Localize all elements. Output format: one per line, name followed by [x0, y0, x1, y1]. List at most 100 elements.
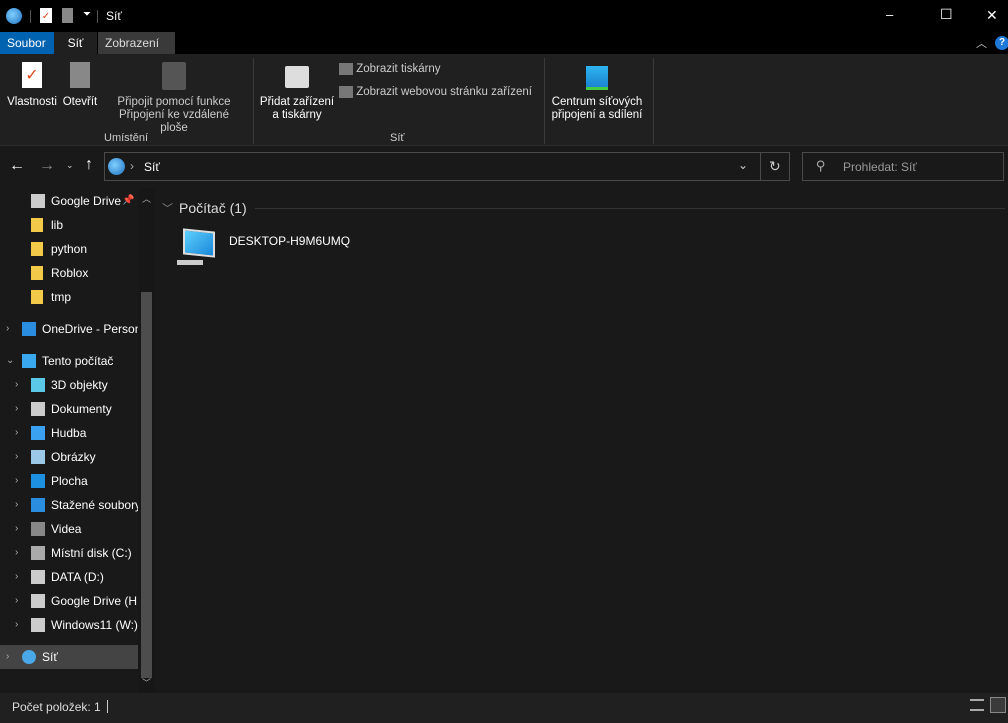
nav-item[interactable]: python [0, 237, 138, 261]
close-button[interactable]: ✕ [986, 7, 998, 24]
tab-view[interactable]: Zobrazení [98, 32, 175, 54]
expand-chevron-icon[interactable]: › [15, 613, 18, 637]
nav-item[interactable]: › Google Drive (H:) [0, 589, 138, 613]
nav-item[interactable]: › Videa [0, 517, 138, 541]
forward-button[interactable]: → [39, 157, 55, 175]
network-center-button[interactable]: Centrum síťových připojení a sdílení [547, 66, 647, 122]
expand-chevron-icon[interactable]: › [6, 645, 9, 669]
nav-item[interactable]: › Obrázky [0, 445, 138, 469]
folder-icon [31, 218, 43, 232]
refresh-button[interactable]: ↻ [769, 158, 781, 175]
address-bar[interactable]: › Síť ⌄ ↻ [104, 152, 790, 181]
expand-chevron-icon[interactable]: › [15, 589, 18, 613]
nav-item[interactable]: › Plocha [0, 469, 138, 493]
expanded-chevron-icon[interactable]: ⌄ [6, 349, 14, 373]
pictures-icon [31, 450, 45, 464]
scroll-up-icon[interactable]: ︿ [142, 192, 151, 205]
drive-icon [31, 594, 45, 608]
nav-scrollbar[interactable]: ︿ ﹀ [138, 188, 155, 693]
nav-item-label: OneDrive - Personal [42, 322, 138, 336]
music-icon [31, 426, 45, 440]
scroll-down-icon[interactable]: ﹀ [142, 676, 151, 689]
properties-icon: ✓ [22, 62, 42, 88]
nav-item[interactable]: tmp [0, 285, 138, 309]
show-device-webpage-button[interactable]: Zobrazit webovou stránku zařízení [339, 86, 532, 99]
network-icon [22, 650, 36, 664]
navigation-bar: ← → ⌄ ↑ › Síť ⌄ ↻ ⚲ Prohledat: Síť [0, 148, 1008, 188]
nav-item[interactable]: › Místní disk (C:) [0, 541, 138, 565]
breadcrumb-network[interactable]: Síť [144, 160, 160, 174]
back-button[interactable]: ← [9, 157, 25, 175]
tab-file[interactable]: Soubor [0, 32, 54, 54]
expand-chevron-icon[interactable]: › [15, 493, 18, 517]
nav-item[interactable]: › DATA (D:) [0, 565, 138, 589]
nav-item[interactable]: Google Drive 📌 [0, 189, 138, 213]
nav-item[interactable]: › Hudba [0, 421, 138, 445]
videos-icon [31, 522, 45, 536]
search-input[interactable]: ⚲ Prohledat: Síť [802, 152, 1004, 181]
new-folder-qa-icon[interactable] [62, 8, 73, 23]
remote-desktop-button[interactable]: Připojit pomocí funkce Připojení ke vzdá… [112, 62, 236, 135]
nav-item[interactable]: › Síť [0, 645, 138, 669]
expand-chevron-icon[interactable]: › [15, 445, 18, 469]
expand-chevron-icon[interactable]: › [15, 421, 18, 445]
computer-name: DESKTOP-H9M6UMQ [229, 234, 351, 248]
scroll-thumb[interactable] [141, 292, 152, 678]
group-collapse-icon[interactable]: ﹀ [162, 200, 173, 216]
add-devices-button[interactable]: Přidat zařízení a tiskárny [256, 66, 338, 122]
up-button[interactable]: ↑ [85, 156, 93, 174]
tab-network[interactable]: Síť [54, 32, 97, 54]
nav-item[interactable]: › Dokumenty [0, 397, 138, 421]
ribbon: ✓ Vlastnosti Otevřít Připojit pomocí fun… [0, 54, 1008, 146]
minimize-button[interactable]: – [886, 7, 893, 22]
details-view-button[interactable] [970, 699, 984, 711]
open-button[interactable]: Otevřít [60, 62, 100, 109]
group-header[interactable]: Počítač (1) [179, 200, 247, 216]
nav-item[interactable]: ⌄ Tento počítač [0, 349, 138, 373]
nav-item[interactable]: lib [0, 213, 138, 237]
window-title: Síť [106, 9, 122, 23]
network-icon [108, 158, 125, 175]
nav-item[interactable]: › 3D objekty [0, 373, 138, 397]
nav-item-label: Videa [51, 522, 82, 536]
nav-item-label: Windows11 (W:) [51, 618, 138, 632]
remote-desktop-icon [162, 62, 186, 90]
title-bar: ✓ ⏷ Síť – ☐ ✕ [0, 0, 1008, 32]
status-separator [107, 700, 108, 713]
drive-icon [31, 194, 45, 208]
properties-button[interactable]: ✓ Vlastnosti [4, 62, 60, 109]
nav-item-label: Google Drive (H:) [51, 594, 138, 608]
nav-item-label: Obrázky [51, 450, 96, 464]
separator [30, 10, 31, 23]
separator [253, 58, 254, 144]
expand-chevron-icon[interactable]: › [6, 317, 9, 341]
network-center-icon [586, 66, 608, 90]
computer-item[interactable]: DESKTOP-H9M6UMQ [175, 228, 375, 272]
expand-chevron-icon[interactable]: › [15, 565, 18, 589]
maximize-button[interactable]: ☐ [940, 6, 953, 23]
recent-locations-icon[interactable]: ⌄ [66, 160, 74, 171]
address-dropdown-icon[interactable]: ⌄ [738, 158, 748, 172]
nav-item-label: tmp [51, 290, 72, 304]
pc-icon [22, 354, 36, 368]
collapse-ribbon-icon[interactable]: ︿ [976, 35, 987, 51]
nav-item[interactable]: › OneDrive - Personal [0, 317, 138, 341]
status-bar: Počet položek: 1 [0, 693, 1008, 723]
properties-qa-icon[interactable]: ✓ [40, 8, 52, 23]
nav-item[interactable]: › Stažené soubory [0, 493, 138, 517]
drive-icon [31, 570, 45, 584]
help-icon[interactable]: ? [995, 36, 1008, 50]
nav-item[interactable]: › Windows11 (W:) [0, 613, 138, 637]
printer-icon [285, 66, 309, 88]
qa-dropdown-icon[interactable]: ⏷ [83, 9, 91, 20]
expand-chevron-icon[interactable]: › [15, 517, 18, 541]
expand-chevron-icon[interactable]: › [15, 541, 18, 565]
nav-item-label: Stažené soubory [51, 498, 138, 512]
expand-chevron-icon[interactable]: › [15, 397, 18, 421]
nav-item[interactable]: Roblox [0, 261, 138, 285]
show-printers-button[interactable]: Zobrazit tiskárny [339, 63, 441, 76]
expand-chevron-icon[interactable]: › [15, 373, 18, 397]
tiles-view-button[interactable] [990, 697, 1006, 713]
expand-chevron-icon[interactable]: › [15, 469, 18, 493]
disk-icon [31, 546, 45, 560]
